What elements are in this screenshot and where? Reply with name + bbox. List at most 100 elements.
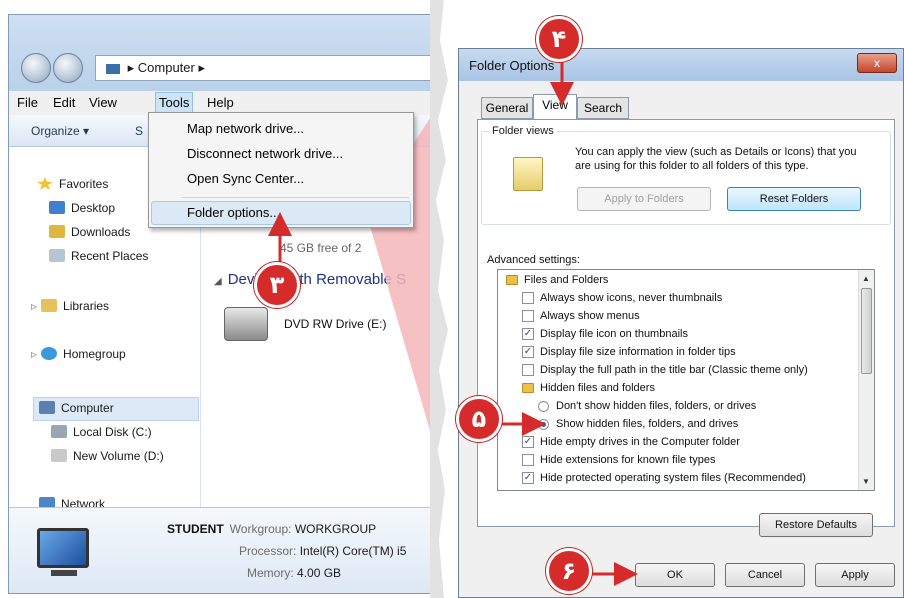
menu-edit[interactable]: Edit bbox=[53, 95, 75, 110]
advanced-settings-list[interactable]: Files and Folders Always show icons, neve… bbox=[497, 269, 875, 491]
removable-storage-header[interactable]: ◢ Devices with Removable S bbox=[214, 271, 406, 288]
settings-row-label: Display file size information in folder … bbox=[540, 346, 736, 358]
tab-general[interactable]: General bbox=[481, 97, 533, 119]
radio-button[interactable] bbox=[538, 401, 549, 412]
checkbox[interactable]: ✓ bbox=[522, 436, 534, 448]
address-bar[interactable]: ▸ Computer ▸ bbox=[95, 55, 445, 81]
address-crumb[interactable]: Computer bbox=[138, 60, 195, 75]
settings-row-label: Always show menus bbox=[540, 310, 640, 322]
star-icon bbox=[37, 177, 53, 190]
restore-defaults-button[interactable]: Restore Defaults bbox=[759, 513, 873, 537]
tab-search[interactable]: Search bbox=[577, 97, 629, 119]
cancel-button[interactable]: Cancel bbox=[725, 563, 805, 587]
folder-options-dialog: Folder Options x General View Search Fol… bbox=[458, 48, 904, 598]
radio-button[interactable] bbox=[538, 419, 549, 430]
processor-key: Processor: bbox=[239, 544, 297, 558]
details-pane: STUDENT Workgroup: WORKGROUP Processor: I… bbox=[9, 507, 447, 593]
address-chevron[interactable]: ▸ bbox=[198, 60, 205, 75]
desktop-icon bbox=[49, 201, 65, 214]
tab-view[interactable]: View bbox=[533, 94, 577, 120]
settings-row-label: Don't show hidden files, folders, or dri… bbox=[556, 400, 757, 412]
checkbox[interactable]: ✓ bbox=[522, 328, 534, 340]
nav-desktop-label: Desktop bbox=[71, 201, 116, 215]
nav-computer[interactable]: Computer bbox=[39, 401, 114, 415]
step-marker-3: ۳ bbox=[254, 262, 300, 308]
reset-folders-button[interactable]: Reset Folders bbox=[727, 187, 861, 211]
nav-local-disk-label: Local Disk (C:) bbox=[73, 425, 152, 439]
computer-monitor-icon bbox=[37, 528, 89, 568]
checkbox[interactable] bbox=[522, 454, 534, 466]
settings-row-label: Hidden files and folders bbox=[540, 382, 655, 394]
nav-desktop[interactable]: Desktop bbox=[49, 201, 115, 215]
workgroup-value: WORKGROUP bbox=[294, 522, 377, 536]
apply-to-folders-button[interactable]: Apply to Folders bbox=[577, 187, 711, 211]
explorer-window: ▸ Computer ▸ File Edit View Tools Help O… bbox=[8, 14, 448, 594]
scrollbar-thumb[interactable] bbox=[861, 288, 872, 374]
downloads-icon bbox=[49, 225, 65, 238]
menu-help[interactable]: Help bbox=[207, 95, 234, 110]
menu-view[interactable]: View bbox=[89, 95, 117, 110]
ok-button[interactable]: OK bbox=[635, 563, 715, 587]
scroll-down-icon[interactable]: ▼ bbox=[862, 477, 870, 486]
explorer-titlebar: ▸ Computer ▸ bbox=[9, 15, 447, 91]
close-button[interactable]: x bbox=[857, 53, 897, 73]
nav-favorites-label: Favorites bbox=[59, 177, 109, 191]
nav-homegroup[interactable]: ▹ Homegroup bbox=[31, 347, 126, 361]
nav-new-volume[interactable]: New Volume (D:) bbox=[51, 449, 164, 463]
nav-recent-label: Recent Places bbox=[71, 249, 149, 263]
menu-tools[interactable]: Tools bbox=[155, 92, 194, 114]
details-row-workgroup: STUDENT Workgroup: WORKGROUP bbox=[167, 522, 376, 536]
menu-item-sync-center[interactable]: Open Sync Center... bbox=[187, 171, 304, 186]
apply-button[interactable]: Apply bbox=[815, 563, 895, 587]
nav-downloads[interactable]: Downloads bbox=[49, 225, 130, 239]
dvd-drive-icon[interactable] bbox=[224, 307, 268, 341]
checkbox[interactable] bbox=[522, 292, 534, 304]
settings-row-label: Always show icons, never thumbnails bbox=[540, 292, 723, 304]
settings-row-label: Hide empty drives in the Computer folder bbox=[540, 436, 740, 448]
scroll-up-icon[interactable]: ▲ bbox=[862, 274, 870, 283]
nav-libraries-label: Libraries bbox=[63, 299, 110, 313]
nav-local-disk[interactable]: Local Disk (C:) bbox=[51, 425, 152, 439]
libraries-icon bbox=[41, 299, 58, 312]
tools-dropdown-menu: Map network drive... Disconnect network … bbox=[148, 112, 414, 228]
settings-row-label: Show hidden files, folders, and drives bbox=[556, 418, 739, 430]
address-sep: ▸ bbox=[127, 60, 138, 75]
advanced-settings-label: Advanced settings: bbox=[487, 254, 580, 266]
computer-icon bbox=[39, 401, 55, 414]
organize-button[interactable]: Organize ▾ bbox=[31, 124, 89, 138]
menu-file[interactable]: File bbox=[17, 95, 38, 110]
menu-item-disconnect-drive[interactable]: Disconnect network drive... bbox=[187, 146, 343, 161]
settings-row-label: Display the full path in the title bar (… bbox=[540, 364, 808, 376]
folder-views-description: You can apply the view (such as Details … bbox=[575, 146, 857, 172]
nav-computer-label: Computer bbox=[61, 401, 114, 415]
nav-favorites[interactable]: Favorites bbox=[37, 177, 108, 191]
drive-icon bbox=[51, 449, 67, 462]
nav-recent-places[interactable]: Recent Places bbox=[49, 249, 148, 263]
dvd-drive-label[interactable]: DVD RW Drive (E:) bbox=[284, 317, 386, 331]
command-bar-item[interactable]: S bbox=[135, 124, 143, 138]
workgroup-key: Workgroup: bbox=[229, 522, 292, 536]
scrollbar[interactable]: ▲ ▼ bbox=[858, 270, 874, 490]
checkbox[interactable]: ✓ bbox=[522, 472, 534, 484]
dialog-title: Folder Options bbox=[469, 58, 555, 73]
folder-icon bbox=[506, 275, 518, 285]
back-button[interactable] bbox=[21, 53, 51, 83]
step-marker-4: ۴ bbox=[536, 16, 582, 62]
menu-item-folder-options[interactable]: Folder options... bbox=[187, 205, 280, 220]
checkbox[interactable]: ✓ bbox=[522, 346, 534, 358]
folder-views-legend: Folder views bbox=[489, 125, 557, 137]
details-row-processor: Processor: Intel(R) Core(TM) i5 bbox=[239, 544, 406, 558]
recent-places-icon bbox=[49, 249, 65, 262]
nav-new-volume-label: New Volume (D:) bbox=[73, 449, 164, 463]
folder-views-icon bbox=[513, 157, 543, 191]
nav-downloads-label: Downloads bbox=[71, 225, 131, 239]
checkbox[interactable] bbox=[522, 364, 534, 376]
nav-libraries[interactable]: ▹ Libraries bbox=[31, 299, 109, 313]
settings-row-label: Display file icon on thumbnails bbox=[540, 328, 688, 340]
checkbox[interactable] bbox=[522, 310, 534, 322]
drive-free-space: 45 GB free of 2 bbox=[280, 241, 362, 255]
forward-button[interactable] bbox=[53, 53, 83, 83]
memory-key: Memory: bbox=[247, 566, 294, 580]
menu-item-map-drive[interactable]: Map network drive... bbox=[187, 121, 304, 136]
computer-name: STUDENT bbox=[167, 522, 224, 536]
